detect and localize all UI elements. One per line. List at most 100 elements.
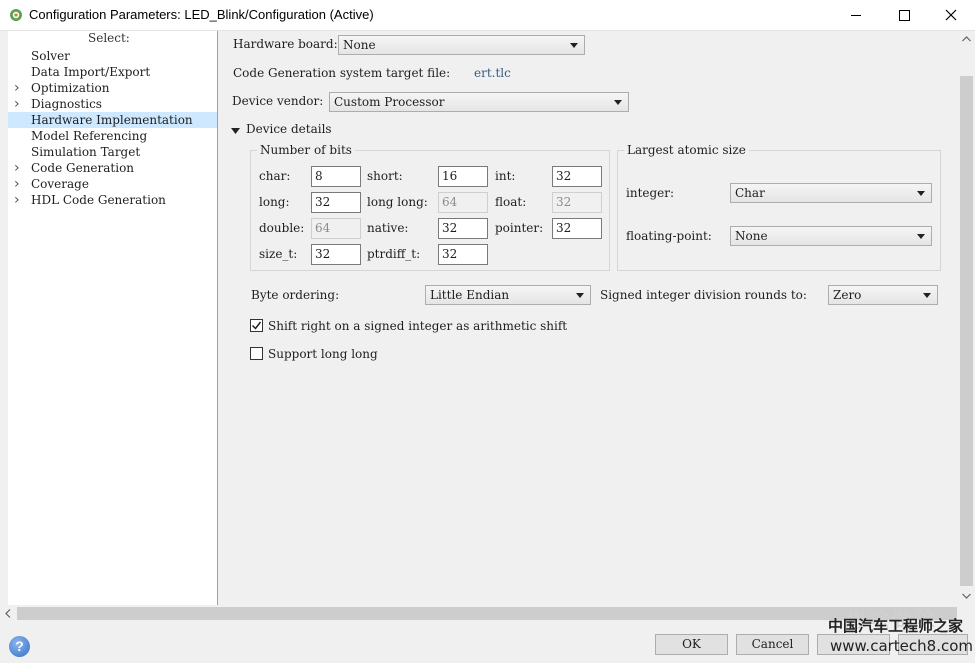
hardware-board-label: Hardware board: — [233, 37, 338, 51]
tree-item-label: Data Import/Export — [31, 65, 151, 79]
chevron-down-icon — [917, 234, 925, 239]
vertical-scroll-thumb[interactable] — [960, 76, 973, 586]
chevron-right-icon[interactable]: › — [14, 192, 20, 208]
device-details-label: Device details — [246, 122, 332, 136]
largest-atomic-size-title: Largest atomic size — [624, 143, 749, 157]
double-field: 64 — [311, 218, 361, 239]
chevron-down-icon — [614, 100, 622, 105]
device-details-toggle[interactable] — [231, 125, 240, 134]
double-label: double: — [259, 221, 305, 235]
pointer-field[interactable]: 32 — [552, 218, 602, 239]
title-bar: Configuration Parameters: LED_Blink/Conf… — [0, 0, 975, 31]
scroll-up-icon[interactable] — [962, 36, 971, 42]
tree-item-hdl-code-generation[interactable]: › HDL Code Generation — [8, 192, 217, 208]
support-long-long-label: Support long long — [268, 347, 378, 361]
native-label: native: — [367, 221, 409, 235]
hardware-board-dropdown[interactable]: None — [338, 35, 585, 55]
device-vendor-value: Custom Processor — [334, 95, 445, 109]
tree-item-label: Coverage — [31, 177, 89, 191]
chevron-right-icon[interactable]: › — [14, 176, 20, 192]
tree-item-optimization[interactable]: › Optimization — [8, 80, 217, 96]
tree-item-hardware-implementation[interactable]: Hardware Implementation — [8, 112, 217, 128]
int-label: int: — [495, 169, 516, 183]
atomic-float-label: floating-point: — [626, 229, 712, 243]
tree-item-coverage[interactable]: › Coverage — [8, 176, 217, 192]
tree-item-label: Hardware Implementation — [31, 113, 193, 127]
division-rounds-value: Zero — [833, 288, 862, 302]
long-long-field: 64 — [438, 192, 488, 213]
tree-header: Select: — [88, 31, 130, 45]
short-label: short: — [367, 169, 403, 183]
byte-ordering-label: Byte ordering: — [251, 288, 340, 302]
float-label: float: — [495, 195, 527, 209]
native-field[interactable]: 32 — [438, 218, 488, 239]
pointer-label: pointer: — [495, 221, 544, 235]
hardware-implementation-pane: Hardware board: None Code Generation sys… — [218, 31, 958, 605]
char-field[interactable]: 8 — [311, 166, 361, 187]
tree-item-label: Simulation Target — [31, 145, 141, 159]
device-vendor-dropdown[interactable]: Custom Processor — [329, 92, 629, 112]
atomic-integer-value: Char — [735, 186, 765, 200]
tree-item-label: Diagnostics — [31, 97, 102, 111]
scroll-left-icon[interactable] — [5, 609, 11, 618]
tree-item-label: Code Generation — [31, 161, 135, 175]
chevron-right-icon[interactable]: › — [14, 160, 20, 176]
shift-right-label: Shift right on a signed integer as arith… — [268, 319, 568, 333]
number-of-bits-group: Number of bits char: 8 short: 16 int: 32… — [250, 143, 610, 271]
support-long-long-checkbox[interactable] — [250, 347, 263, 360]
minimize-icon — [851, 15, 861, 16]
size-t-label: size_t: — [259, 247, 298, 261]
tree-item-data-import-export[interactable]: Data Import/Export — [8, 64, 217, 80]
tree-item-label: Model Referencing — [31, 129, 148, 143]
chevron-down-icon — [917, 191, 925, 196]
chevron-down-icon — [923, 293, 931, 298]
ok-button[interactable]: OK — [655, 634, 728, 655]
chevron-right-icon[interactable]: › — [14, 80, 20, 96]
division-rounds-label: Signed integer division rounds to: — [600, 288, 807, 302]
tree-item-label: HDL Code Generation — [31, 193, 166, 207]
window-title: Configuration Parameters: LED_Blink/Conf… — [29, 7, 374, 22]
byte-ordering-dropdown[interactable]: Little Endian — [425, 285, 591, 305]
atomic-integer-dropdown[interactable]: Char — [730, 183, 932, 203]
tree-item-code-generation[interactable]: › Code Generation — [8, 160, 217, 176]
ptrdiff-t-field[interactable]: 32 — [438, 244, 488, 265]
watermark-url: www.cartech8.com — [830, 637, 974, 655]
atomic-integer-label: integer: — [626, 186, 675, 200]
checkmark-icon — [251, 321, 262, 330]
horizontal-scroll-thumb[interactable] — [17, 607, 957, 620]
size-t-field[interactable]: 32 — [311, 244, 361, 265]
minimize-button[interactable] — [833, 0, 879, 31]
atomic-float-value: None — [735, 229, 768, 243]
tree-item-diagnostics[interactable]: › Diagnostics — [8, 96, 217, 112]
maximize-icon — [899, 10, 910, 21]
close-button[interactable] — [925, 0, 975, 31]
shift-right-checkbox[interactable] — [250, 319, 263, 332]
tree-item-solver[interactable]: Solver — [8, 48, 217, 64]
short-field[interactable]: 16 — [438, 166, 488, 187]
simulink-gear-icon — [10, 9, 22, 21]
help-icon[interactable]: ? — [9, 636, 30, 657]
scroll-down-icon[interactable] — [962, 593, 971, 599]
largest-atomic-size-group: Largest atomic size integer: Char floati… — [617, 143, 941, 271]
long-long-label: long long: — [367, 195, 428, 209]
chevron-right-icon[interactable]: › — [14, 96, 20, 112]
division-rounds-dropdown[interactable]: Zero — [828, 285, 938, 305]
chevron-down-icon — [570, 43, 578, 48]
char-label: char: — [259, 169, 291, 183]
cancel-button[interactable]: Cancel — [736, 634, 809, 655]
tree-item-label: Optimization — [31, 81, 110, 95]
number-of-bits-title: Number of bits — [257, 143, 355, 157]
tree-item-model-referencing[interactable]: Model Referencing — [8, 128, 217, 144]
target-file-value: ert.tlc — [474, 66, 511, 80]
maximize-button[interactable] — [879, 0, 925, 31]
watermark-text: 中国汽车工程师之家 — [828, 617, 964, 635]
float-field: 32 — [552, 192, 602, 213]
byte-ordering-value: Little Endian — [430, 288, 510, 302]
ptrdiff-t-label: ptrdiff_t: — [367, 247, 421, 261]
vertical-scrollbar[interactable] — [958, 31, 975, 605]
int-field[interactable]: 32 — [552, 166, 602, 187]
tree-item-label: Solver — [31, 49, 70, 63]
atomic-float-dropdown[interactable]: None — [730, 226, 932, 246]
long-field[interactable]: 32 — [311, 192, 361, 213]
tree-item-simulation-target[interactable]: Simulation Target — [8, 144, 217, 160]
